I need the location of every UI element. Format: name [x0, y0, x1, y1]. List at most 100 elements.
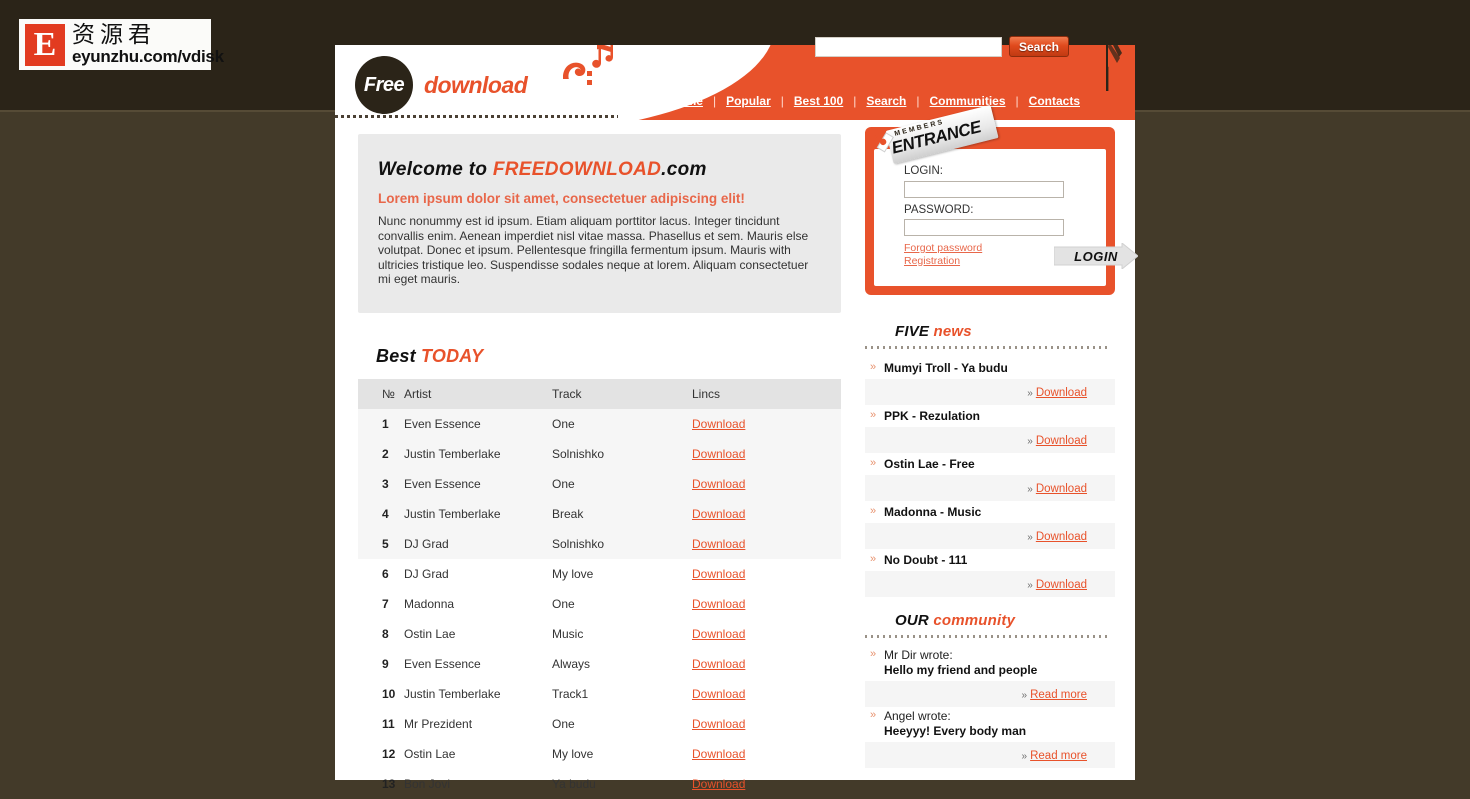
table-row: 8 Ostin Lae Music Download: [358, 619, 841, 649]
cell-artist: Justin Temberlake: [404, 506, 501, 521]
login-username-input[interactable]: [904, 180, 1064, 198]
download-link[interactable]: Download: [692, 477, 745, 491]
download-link[interactable]: Download: [692, 687, 745, 701]
best-title-accent: TODAY: [421, 345, 484, 366]
download-link[interactable]: Download: [692, 597, 745, 611]
cell-artist: DJ Grad: [404, 536, 449, 551]
nav-item-popular[interactable]: Popular: [716, 94, 781, 108]
content-area: Welcome to FREEDOWNLOAD.com Lorem ipsum …: [335, 104, 1138, 791]
news-item-title: PPK - Rezulation: [884, 409, 981, 423]
our-community-section: OUR community » Mr Dir wrote: Hello my fri…: [865, 612, 1115, 768]
cell-number: 4: [382, 506, 389, 521]
cell-artist: Even Essence: [404, 416, 481, 431]
community-author: » Angel wrote:: [865, 707, 1115, 723]
download-link[interactable]: Download: [692, 417, 745, 431]
news-download-link[interactable]: Download: [1036, 483, 1087, 495]
column-header-artist: Artist: [404, 378, 552, 409]
chevron-double-right-icon: »: [870, 553, 877, 565]
news-download-link[interactable]: Download: [1036, 531, 1087, 543]
chevron-right-icon: »: [1027, 388, 1033, 399]
search-input[interactable]: [815, 36, 1002, 57]
nav-item-best100[interactable]: Best 100: [784, 94, 853, 108]
news-item-title: Mumyi Troll - Ya budu: [884, 361, 1008, 375]
cell-track: Always: [552, 656, 591, 671]
cell-track: Break: [552, 506, 584, 521]
welcome-body-text: Nunc nonummy est id ipsum. Etiam aliquam…: [378, 214, 809, 287]
download-link[interactable]: Download: [692, 447, 745, 461]
watermark-url-text: eyunzhu.com/vdisk: [72, 47, 224, 66]
download-link[interactable]: Download: [692, 657, 745, 671]
news-title-plain: FIVE: [895, 323, 934, 340]
cell-link: Download: [692, 679, 841, 709]
chevron-right-icon: »: [1027, 484, 1033, 495]
welcome-title-plain: Welcome to: [378, 159, 493, 180]
cell-number: 3: [382, 476, 389, 491]
cell-track: One: [552, 476, 575, 491]
cell-number: 1: [382, 416, 389, 431]
news-download-row: » Download: [865, 427, 1115, 453]
cell-link: Download: [692, 709, 841, 739]
cell-link: Download: [692, 439, 841, 469]
cell-link: Download: [692, 559, 841, 589]
download-link[interactable]: Download: [692, 717, 745, 731]
nav-item-contacts[interactable]: Contacts: [1019, 94, 1090, 108]
community-section-title: OUR community: [895, 612, 1115, 629]
news-download-link[interactable]: Download: [1036, 579, 1087, 591]
download-link[interactable]: Download: [692, 537, 745, 551]
community-dotted-rule: [865, 635, 1109, 638]
news-item: » Madonna - Music: [865, 501, 1115, 523]
cell-artist: Mr Prezident: [404, 716, 473, 731]
community-author-text: Angel wrote:: [884, 709, 951, 723]
welcome-subtitle: Lorem ipsum dolor sit amet, consectetuer…: [378, 191, 745, 206]
news-title-accent: news: [933, 323, 972, 340]
read-more-link[interactable]: Read more: [1030, 750, 1087, 762]
news-item: » PPK - Rezulation: [865, 405, 1115, 427]
table-row: 12 Ostin Lae My love Download: [358, 739, 841, 769]
cell-track: Track1: [552, 686, 589, 701]
community-list: » Mr Dir wrote: Hello my friend and people…: [865, 646, 1115, 768]
nav-list: Home | Popular | Best 100 | Search | Com…: [660, 94, 1090, 108]
table-row: 9 Even Essence Always Download: [358, 649, 841, 679]
news-item: » Mumyi Troll - Ya budu: [865, 357, 1115, 379]
watermark-e-badge: E: [25, 23, 65, 66]
nav-item-search[interactable]: Search: [856, 94, 916, 108]
download-link[interactable]: Download: [692, 747, 745, 761]
login-submit-button[interactable]: LOGIN: [1054, 243, 1138, 269]
download-link[interactable]: Download: [692, 507, 745, 521]
welcome-title: Welcome to FREEDOWNLOAD.com: [378, 159, 819, 181]
chevron-double-right-icon: »: [870, 505, 877, 517]
read-more-link[interactable]: Read more: [1030, 689, 1087, 701]
nav-link-contacts[interactable]: Contacts: [1019, 94, 1090, 108]
table-row: 6 DJ Grad My love Download: [358, 559, 841, 589]
download-link[interactable]: Download: [692, 627, 745, 641]
download-link[interactable]: Download: [692, 567, 745, 581]
news-item: » Ostin Lae - Free: [865, 453, 1115, 475]
community-message: Hello my friend and people: [884, 663, 1038, 677]
login-button-label: LOGIN: [1074, 248, 1118, 264]
nav-link-search[interactable]: Search: [856, 94, 916, 108]
login-panel: MEMBERS ENTRANCE LOGIN: PASSWORD: Forgot…: [865, 104, 1138, 295]
cell-artist: Ostin Lae: [404, 746, 456, 761]
chevron-double-right-icon: »: [870, 457, 877, 469]
cell-link: Download: [692, 619, 841, 649]
cell-track: One: [552, 416, 575, 431]
login-password-input[interactable]: [904, 219, 1064, 236]
nav-item-home[interactable]: Home: [660, 94, 713, 108]
chevron-double-right-icon: »: [870, 709, 877, 721]
nav-link-popular[interactable]: Popular: [716, 94, 781, 108]
download-link[interactable]: Download: [692, 777, 745, 791]
cell-artist: Bon Jovi: [404, 776, 451, 791]
cell-link: Download: [692, 589, 841, 619]
table-row: 11 Mr Prezident One Download: [358, 709, 841, 739]
news-download-link[interactable]: Download: [1036, 435, 1087, 447]
nav-link-home[interactable]: Home: [660, 94, 713, 108]
cell-artist: Justin Temberlake: [404, 446, 501, 461]
news-dotted-rule: [865, 346, 1109, 349]
column-header-track: Track: [552, 378, 692, 409]
table-row: 1 Even Essence One Download: [358, 408, 841, 439]
search-button[interactable]: Search: [1009, 36, 1069, 57]
news-download-link[interactable]: Download: [1036, 387, 1087, 399]
nav-link-best100[interactable]: Best 100: [784, 94, 853, 108]
best-table-body: 1 Even Essence One Download 2 Justin Temberla…: [358, 408, 841, 799]
cell-artist: DJ Grad: [404, 566, 449, 581]
